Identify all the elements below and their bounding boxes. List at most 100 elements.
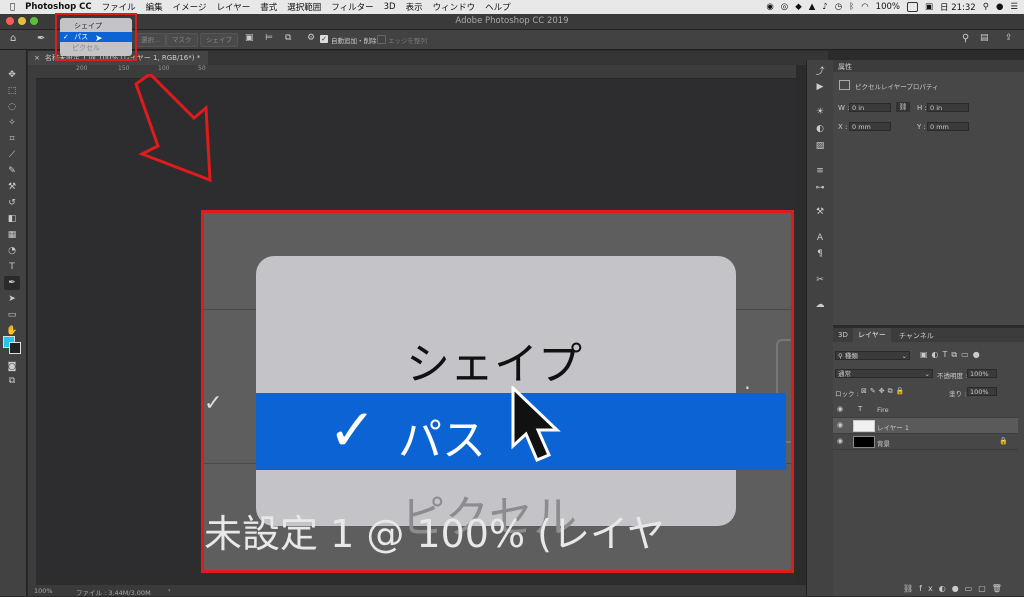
- gear-icon[interactable]: ⚙: [307, 33, 315, 43]
- character-panel-icon[interactable]: A: [813, 233, 827, 245]
- visibility-eye-icon[interactable]: ◉: [837, 437, 843, 445]
- pen-tool-active-icon[interactable]: ✒: [4, 276, 20, 290]
- mask-button[interactable]: マスク: [166, 33, 198, 47]
- menu-app-name[interactable]: Photoshop CC: [25, 2, 92, 12]
- properties-tab[interactable]: 属性: [838, 62, 852, 72]
- screen-mode-icon[interactable]: ⧉: [4, 374, 20, 388]
- tab-channels[interactable]: チャンネル: [899, 331, 934, 341]
- clone-source-icon[interactable]: ⚒: [813, 207, 827, 219]
- zoom-level[interactable]: 100%: [34, 587, 53, 595]
- y-field[interactable]: 0 mm: [927, 122, 969, 131]
- wifi-icon[interactable]: ◠: [861, 2, 868, 12]
- layer-row-selected[interactable]: ◉ レイヤー 1: [833, 418, 1018, 434]
- drive-icon[interactable]: ▲: [809, 2, 816, 12]
- lock-icons[interactable]: ⊠✎✥⧉🔒: [861, 387, 907, 396]
- apple-icon[interactable]: : [10, 2, 15, 12]
- menu-3d[interactable]: 3D: [384, 2, 396, 12]
- share-icon[interactable]: ⇪: [1005, 33, 1013, 43]
- menu-file[interactable]: ファイル: [102, 1, 136, 13]
- path-operations-icon[interactable]: ▣: [245, 33, 254, 43]
- menu-layer[interactable]: レイヤー: [216, 1, 250, 13]
- history-panel-icon[interactable]: ⤴: [813, 64, 827, 77]
- time-machine-icon[interactable]: ◷: [835, 2, 842, 12]
- layer-row[interactable]: ◉ T Fire: [833, 402, 1018, 418]
- magic-wand-tool-icon[interactable]: ✧: [4, 116, 20, 130]
- styles-panel-icon[interactable]: ◐: [813, 124, 827, 136]
- rectangle-tool-icon[interactable]: ▭: [4, 308, 20, 322]
- dropbox-icon[interactable]: ◆: [795, 2, 802, 12]
- x-field[interactable]: 0 mm: [849, 122, 891, 131]
- search-icon[interactable]: ⚲: [962, 33, 969, 44]
- menu-select[interactable]: 選択範囲: [287, 1, 321, 13]
- eraser-tool-icon[interactable]: ◧: [4, 212, 20, 226]
- tool-mode-dropdown[interactable]: シェイプ ✓ パス ピクセル ➤: [60, 18, 132, 56]
- menu-help[interactable]: ヘルプ: [485, 1, 511, 13]
- path-arrangement-icon[interactable]: ⧉: [285, 33, 291, 43]
- shape-button[interactable]: シェイプ: [200, 33, 238, 47]
- edge-align-checkbox[interactable]: [377, 35, 386, 44]
- record-icon[interactable]: ◉: [766, 2, 773, 12]
- path-alignment-icon[interactable]: ⊨: [265, 33, 273, 43]
- bluetooth-icon[interactable]: ᛒ: [849, 2, 854, 12]
- brush-settings-icon[interactable]: ≡: [813, 166, 827, 178]
- pen-tool-icon[interactable]: ✒: [37, 33, 45, 44]
- spotlight-icon[interactable]: ⚲: [983, 2, 989, 12]
- height-field[interactable]: 0 in: [927, 103, 969, 112]
- home-icon[interactable]: ⌂: [10, 33, 16, 44]
- brush-tool-icon[interactable]: ✎: [4, 164, 20, 178]
- actions-panel-icon[interactable]: ▶: [813, 82, 827, 94]
- tab-layers[interactable]: レイヤー: [853, 328, 891, 342]
- cc-libraries-icon[interactable]: ☁: [813, 300, 827, 312]
- layer-row[interactable]: ◉ 背景 🔒: [833, 434, 1018, 450]
- stamp-tool-icon[interactable]: ⚒: [4, 180, 20, 194]
- menu-image[interactable]: イメージ: [173, 1, 207, 13]
- visibility-eye-icon[interactable]: ◉: [837, 405, 843, 413]
- background-color-swatch[interactable]: [9, 342, 21, 354]
- adjustments-panel-icon[interactable]: ☀: [813, 107, 827, 119]
- status-chevron-icon[interactable]: ›: [168, 586, 171, 594]
- paragraph-panel-icon[interactable]: ¶: [813, 249, 827, 261]
- crop-tool-icon[interactable]: ⌗: [4, 132, 20, 146]
- input-source-icon[interactable]: ▣: [925, 2, 933, 12]
- workspace-icon[interactable]: ▤: [980, 33, 989, 43]
- battery-text[interactable]: 100%: [876, 2, 900, 12]
- layer-filter-icons[interactable]: ▣◐T⧉▭●: [920, 350, 984, 360]
- lasso-tool-icon[interactable]: ◌: [4, 100, 20, 114]
- layer-name[interactable]: Fire: [877, 406, 889, 414]
- clock[interactable]: 日 21:32: [940, 1, 976, 13]
- eyedropper-tool-icon[interactable]: ⟋: [4, 148, 20, 162]
- fill-field[interactable]: 100%: [967, 387, 997, 396]
- libraries-panel-icon[interactable]: ▨: [813, 141, 827, 153]
- dropdown-option-shape[interactable]: シェイプ: [60, 21, 146, 31]
- menu-window[interactable]: ウィンドウ: [433, 1, 476, 13]
- music-icon[interactable]: ♪: [822, 2, 827, 12]
- notification-icon[interactable]: ☰: [1010, 2, 1018, 12]
- history-brush-tool-icon[interactable]: ↺: [4, 196, 20, 210]
- marquee-tool-icon[interactable]: ⬚: [4, 84, 20, 98]
- dodge-tool-icon[interactable]: ◔: [4, 244, 20, 258]
- move-tool-icon[interactable]: ✥: [4, 68, 20, 82]
- visibility-eye-icon[interactable]: ◉: [837, 421, 843, 429]
- gradient-tool-icon[interactable]: ▦: [4, 228, 20, 242]
- menu-view[interactable]: 表示: [406, 1, 423, 13]
- tab-close-icon[interactable]: ×: [34, 54, 40, 62]
- auto-add-checkbox[interactable]: ✓: [320, 35, 328, 43]
- layer-kind-filter[interactable]: ⚲ 種類 ⌄: [835, 351, 910, 360]
- eye-icon[interactable]: ◎: [781, 2, 788, 12]
- properties-icon[interactable]: ⊶: [813, 183, 827, 195]
- layer-name[interactable]: レイヤー 1: [877, 422, 909, 432]
- path-select-tool-icon[interactable]: ➤: [4, 292, 20, 306]
- type-tool-icon[interactable]: T: [4, 260, 20, 274]
- opacity-field[interactable]: 100%: [967, 369, 997, 378]
- user-icon[interactable]: ●: [996, 2, 1003, 12]
- tools-panel-icon[interactable]: ✂: [813, 275, 827, 287]
- blend-mode-select[interactable]: 通常 ⌄: [835, 369, 933, 378]
- width-field[interactable]: 0 in: [849, 103, 891, 112]
- layer-name[interactable]: 背景: [877, 438, 890, 448]
- layer-footer-icons[interactable]: ⛓fx◐●▭▢🗑: [903, 584, 1008, 593]
- menu-filter[interactable]: フィルター: [331, 1, 373, 13]
- menu-type[interactable]: 書式: [260, 1, 277, 13]
- menu-edit[interactable]: 編集: [146, 1, 163, 13]
- link-icon[interactable]: ⛓: [896, 102, 910, 112]
- quick-mask-icon[interactable]: ◙: [4, 360, 20, 374]
